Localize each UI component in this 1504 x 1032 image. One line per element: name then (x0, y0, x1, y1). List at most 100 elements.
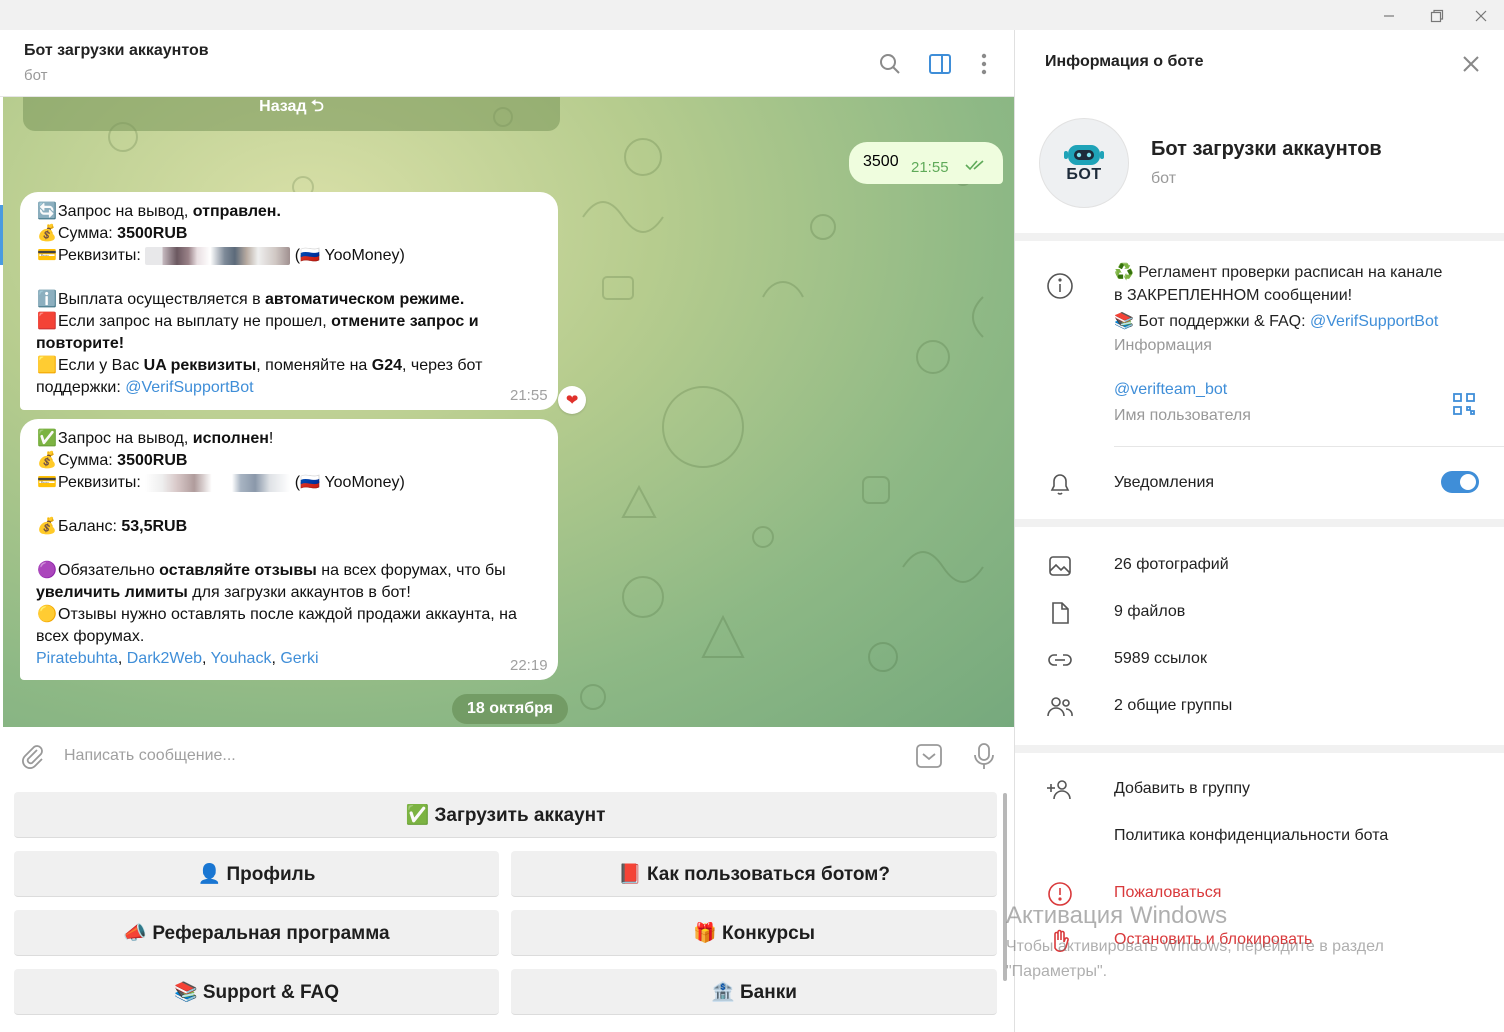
referral-program-button[interactable]: 📣 Реферальная программа (14, 910, 499, 956)
qr-code-icon[interactable] (1453, 393, 1475, 415)
minimize-button[interactable] (1366, 4, 1412, 28)
money-bag-emoji-icon: 💰 (37, 452, 57, 469)
yellow-square-emoji-icon: 🟨 (37, 357, 57, 374)
support-bot-link[interactable]: @VerifSupportBot (125, 379, 253, 396)
read-checkmarks-icon (965, 160, 984, 171)
msg-text: поддержки: (36, 379, 126, 396)
incoming-message[interactable]: ✅Запрос на вывод, исполнен! 💰Сумма: 3500… (20, 419, 558, 680)
support-faq-button[interactable]: 📚 Support & FAQ (14, 969, 499, 1015)
incoming-message[interactable]: 🔄Запрос на вывод, отправлен. 💰Сумма: 350… (20, 192, 558, 410)
red-square-emoji-icon: 🟥 (37, 313, 57, 330)
msg-text: Запрос на вывод, (58, 430, 193, 447)
russia-flag-icon: 🇷🇺 (300, 247, 320, 264)
search-button[interactable] (876, 50, 904, 78)
russia-flag-icon: 🇷🇺 (300, 474, 320, 491)
msg-text: , через бот (402, 357, 483, 374)
photos-count[interactable]: 26 фотографий (1114, 556, 1229, 574)
msg-spacer (36, 267, 482, 289)
redacted-requisites (145, 473, 291, 492)
money-bag-emoji-icon: 💰 (37, 225, 57, 242)
bio-line: 📚 Бот поддержки & FAQ: @VerifSupportBot (1114, 311, 1438, 331)
users-icon (1047, 697, 1073, 717)
contests-button[interactable]: 🎁 Конкурсы (511, 910, 997, 956)
file-icon (1052, 602, 1069, 624)
add-to-group-button[interactable]: Добавить в группу (1114, 780, 1250, 798)
notifications-toggle[interactable] (1441, 471, 1479, 493)
windows-activation-line: "Параметры". (1006, 963, 1108, 980)
bot-keyboard-toggle-button[interactable] (913, 740, 945, 772)
report-button[interactable]: Пожаловаться (1114, 884, 1221, 902)
forum-link[interactable]: Youhack (211, 650, 272, 667)
outgoing-message-text: 3500 (863, 153, 899, 170)
msg-line: ℹ️Выплата осуществляется в автоматическо… (36, 289, 482, 311)
windows-activation-line: Чтобы активировать Windows, перейдите в … (1006, 938, 1384, 955)
chat-header[interactable]: Бот загрузки аккаунтов бот (0, 30, 1014, 97)
bot-kind: бот (1151, 170, 1177, 187)
inline-back-button[interactable]: Назад ⮌ (23, 97, 560, 131)
bell-icon-wrap (1045, 469, 1075, 499)
maximize-button[interactable] (1414, 4, 1460, 28)
forum-link[interactable]: Piratebuhta (36, 650, 118, 667)
msg-text: YooMoney) (320, 247, 405, 264)
msg-text: Баланс: (58, 518, 122, 535)
panel-title: Информация о боте (1045, 53, 1204, 70)
sidebar-panel-icon (929, 54, 951, 74)
upload-account-button[interactable]: ✅ Загрузить аккаунт (14, 792, 997, 838)
link-icon-wrap (1045, 645, 1075, 675)
msg-line: ✅Запрос на вывод, исполнен! (36, 428, 517, 450)
close-icon (1463, 56, 1479, 72)
username-label: Имя пользователя (1114, 407, 1251, 424)
info-icon (1047, 273, 1073, 299)
how-to-use-button[interactable]: 📕 Как пользоваться ботом? (511, 851, 997, 897)
msg-bold: 3500RUB (117, 452, 188, 469)
msg-bold: G24 (371, 357, 402, 374)
forum-link[interactable]: Dark2Web (127, 650, 202, 667)
voice-record-button[interactable] (968, 740, 1000, 772)
msg-line: 💰Сумма: 3500RUB (36, 450, 517, 472)
chat-wallpaper[interactable]: Назад ⮌ 3500 21:55 🔄Запрос на вывод, отп… (3, 97, 1014, 727)
profile-card: Информация о боте БОТ Бот загрузки аккау… (1015, 30, 1504, 233)
close-window-button[interactable] (1458, 4, 1504, 28)
forum-link[interactable]: Gerki (280, 650, 318, 667)
msg-bold: отмените запрос и (331, 313, 479, 330)
heart-reaction[interactable]: ❤ (558, 386, 586, 414)
bio-line: в ЗАКРЕПЛЕННОМ сообщении! (1114, 287, 1353, 304)
minimize-icon (1384, 15, 1394, 17)
msg-line: повторите! (36, 333, 482, 355)
outgoing-message[interactable]: 3500 21:55 (849, 142, 1003, 184)
avatar-label: БОТ (1066, 166, 1102, 183)
more-menu-button[interactable] (970, 50, 998, 78)
privacy-policy-button[interactable]: Политика конфиденциальности бота (1114, 827, 1388, 845)
photo-icon (1049, 556, 1071, 576)
msg-line: поддержки: @VerifSupportBot (36, 377, 482, 399)
files-count[interactable]: 9 файлов (1114, 603, 1185, 621)
banks-button[interactable]: 🏦 Банки (511, 969, 997, 1015)
chat-area: Бот загрузки аккаунтов бот Назад ⮌ 3500 … (0, 30, 1014, 1032)
bot-avatar[interactable]: БОТ (1039, 118, 1129, 208)
msg-line: 🟥Если запрос на выплату не прошел, отмен… (36, 311, 482, 333)
username-link[interactable]: @verifteam_bot (1114, 381, 1227, 399)
links-count[interactable]: 5989 ссылок (1114, 650, 1207, 668)
add-user-icon (1047, 780, 1071, 800)
msg-text: Сумма: (58, 225, 118, 242)
msg-text: Отзывы нужно оставлять после каждой прод… (58, 606, 517, 623)
message-time: 21:55 (510, 387, 548, 404)
info-icon-wrap (1045, 271, 1075, 301)
toggle-info-panel-button[interactable] (926, 50, 954, 78)
keyboard-collapse-icon (916, 744, 942, 768)
microphone-icon (974, 743, 994, 769)
date-separator: 18 октября (452, 694, 568, 724)
close-panel-button[interactable] (1459, 52, 1483, 76)
msg-line: Piratebuhta, Dark2Web, Youhack, Gerki (36, 650, 319, 667)
groups-count[interactable]: 2 общие группы (1114, 697, 1232, 715)
card-emoji-icon: 💳 (37, 474, 57, 491)
message-input[interactable] (64, 741, 884, 771)
msg-text: , поменяйте на (256, 357, 372, 374)
back-button-label: Назад ⮌ (259, 97, 324, 115)
attach-button[interactable] (16, 740, 48, 772)
close-icon (1475, 10, 1487, 22)
file-icon-wrap (1045, 598, 1075, 628)
support-bot-link[interactable]: @VerifSupportBot (1310, 313, 1438, 330)
msg-bold: оставляйте отзывы (159, 562, 317, 579)
profile-button[interactable]: 👤 Профиль (14, 851, 499, 897)
